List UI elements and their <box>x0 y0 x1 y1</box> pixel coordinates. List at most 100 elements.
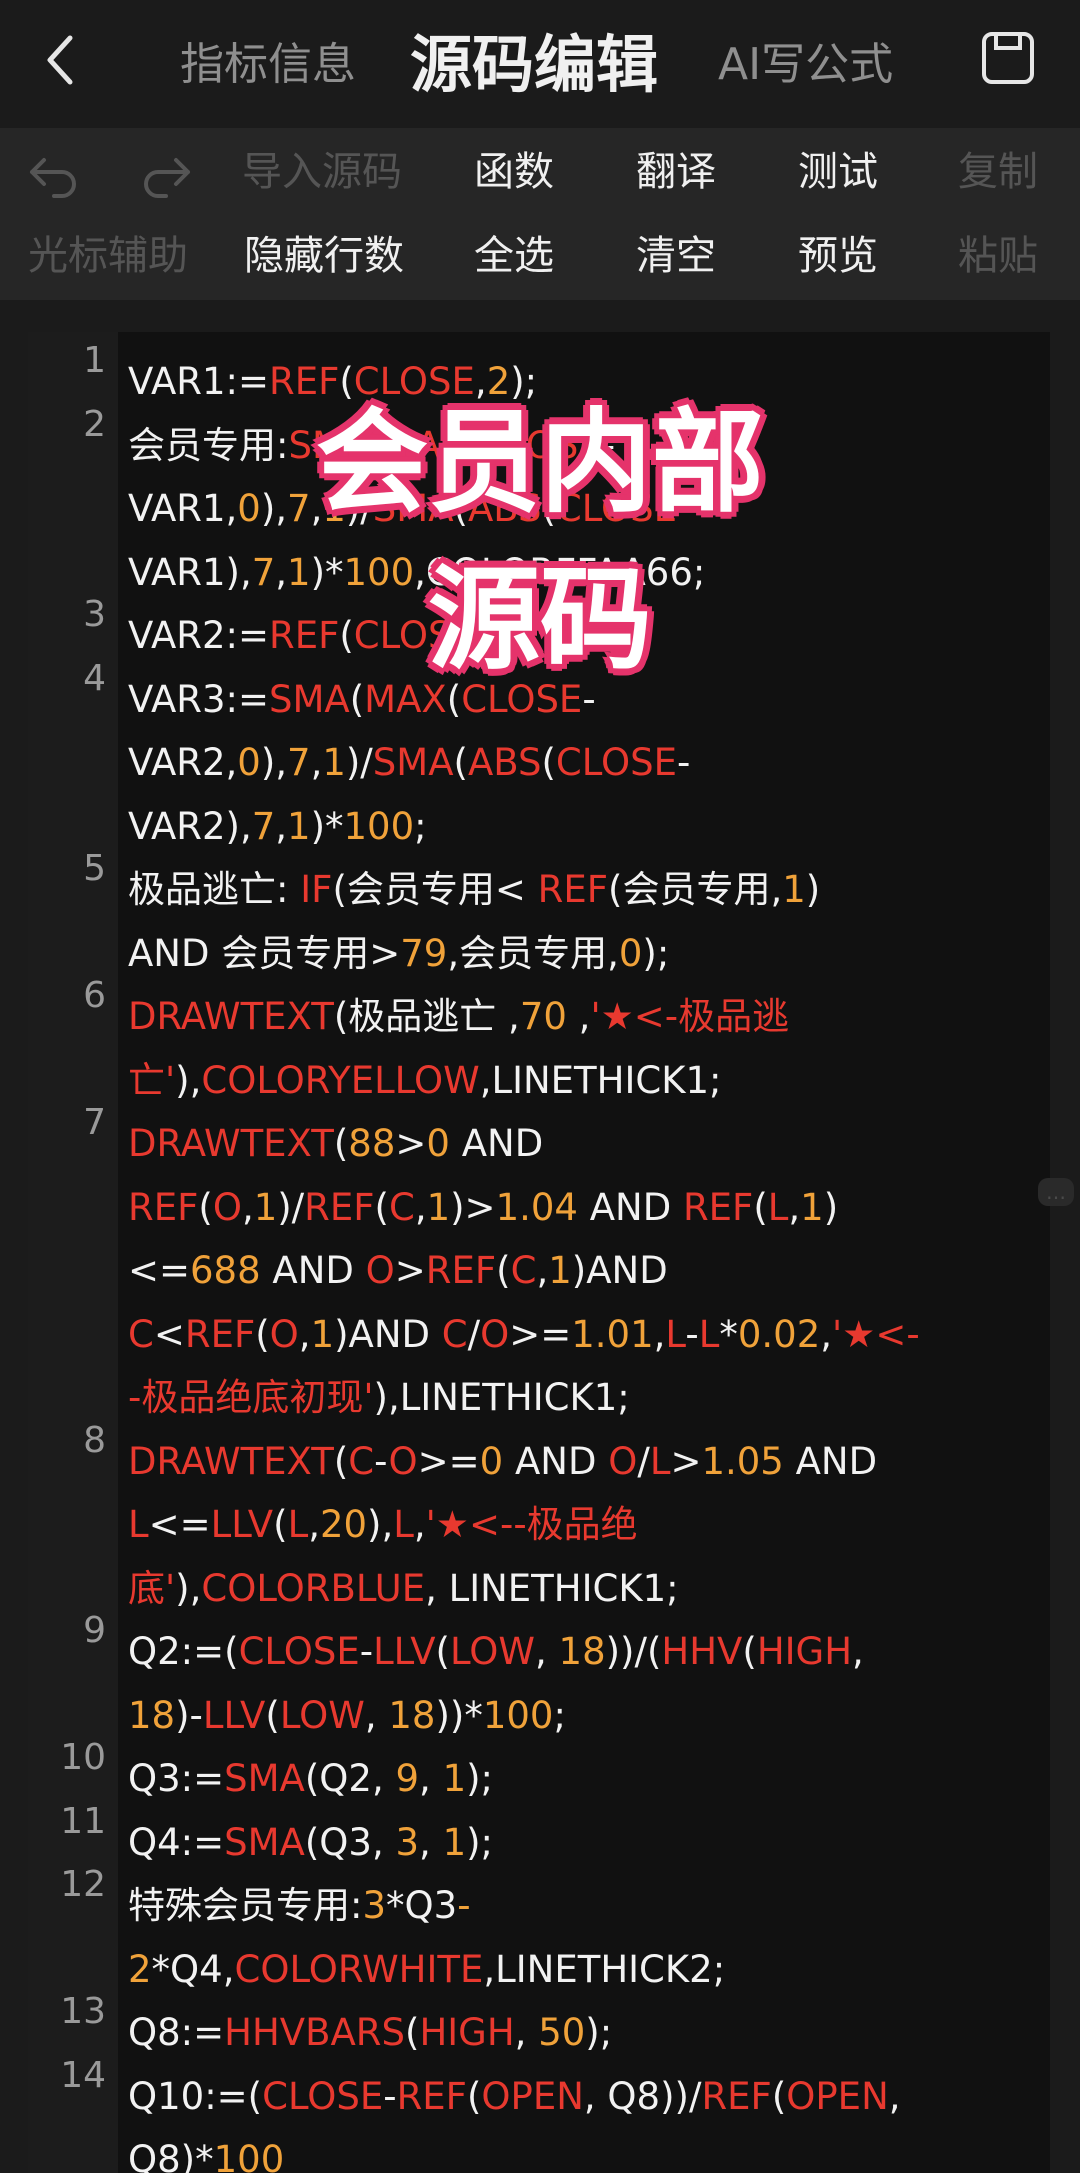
tab-indicator-info[interactable]: 指标信息 <box>180 30 356 100</box>
code-number: 7 <box>287 741 311 784</box>
code-text: , <box>474 360 487 403</box>
functions-button[interactable]: 函数 <box>434 132 594 212</box>
translate-button[interactable]: 翻译 <box>596 132 756 212</box>
code-number: 1.05 <box>701 1439 784 1483</box>
code-line[interactable]: Q4:=SMA(Q3, 3, 1); <box>128 1811 1038 1875</box>
code-number: 100 <box>343 804 415 848</box>
code-number: 20 <box>319 1503 368 1546</box>
undo-icon[interactable] <box>24 148 84 198</box>
code-number: 70 <box>519 995 567 1038</box>
code-text: ), <box>175 1566 202 1610</box>
code-text: , <box>414 1185 427 1229</box>
code-line[interactable]: REF(O,1)/REF(C,1)>1.04 AND REF(L,1) <box>128 1176 1038 1240</box>
code-keyword: HIGH <box>419 2011 515 2054</box>
code-text: ), <box>367 1503 394 1546</box>
code-line[interactable]: Q2:=(CLOSE-LLV(LOW, 18))/(HHV(HIGH, <box>128 1620 1038 1684</box>
code-text: ( <box>453 741 468 784</box>
code-text: ,会员专用, <box>447 931 619 975</box>
select-all-button[interactable]: 全选 <box>434 216 594 296</box>
code-line[interactable]: 亡'),COLORYELLOW,LINETHICK1; <box>128 1049 1038 1113</box>
code-text: , <box>820 1312 833 1356</box>
code-string: 亡' <box>128 1058 176 1102</box>
code-text: ; <box>553 1693 566 1737</box>
cursor-assist-button[interactable]: 光标辅助 <box>28 216 188 296</box>
code-text: ( <box>541 741 556 784</box>
code-line[interactable]: DRAWTEXT(C-O>=0 AND O/L>1.05 AND <box>128 1430 1038 1494</box>
code-line[interactable]: 特殊会员专用:3*Q3- <box>128 1874 1038 1938</box>
code-text: Q8:= <box>128 2011 225 2054</box>
code-text: 特殊会员专用: <box>128 1884 363 1927</box>
code-line[interactable]: 底'),COLORBLUE, LINETHICK1; <box>128 1557 1038 1621</box>
top-bar: 指标信息 源码编辑 AI写公式 <box>0 0 1080 128</box>
preview-button[interactable]: 预览 <box>758 216 918 296</box>
code-text: ), <box>175 1058 202 1102</box>
code-string: 底' <box>128 1566 176 1610</box>
code-line[interactable]: C<REF(O,1)AND C/O>=1.01,L-L*0.02,'★<- <box>128 1303 1038 1367</box>
code-text: Q2:=( <box>128 1630 239 1673</box>
hide-line-numbers-button[interactable]: 隐藏行数 <box>244 216 404 296</box>
paste-button[interactable]: 粘贴 <box>918 216 1078 296</box>
code-text: ( <box>466 2074 482 2118</box>
code-keyword: REF <box>537 868 609 911</box>
code-keyword: REF <box>184 1312 256 1356</box>
code-line[interactable]: <=688 AND O>REF(C,1)AND <box>128 1239 1038 1303</box>
code-text: ( <box>742 1630 757 1673</box>
code-number: 3 <box>395 1820 420 1864</box>
code-line[interactable]: Q8:=HHVBARS(HIGH, 50); <box>128 2001 1038 2065</box>
code-text: , <box>514 2011 539 2054</box>
code-string: -极品绝底初现' <box>128 1376 374 1419</box>
code-line[interactable]: VAR2,0),7,1)/SMA(ABS(CLOSE- <box>128 731 1038 795</box>
line-number: 9 <box>83 1610 106 1651</box>
code-text: ( <box>255 1312 270 1356</box>
code-keyword: L <box>767 1185 789 1229</box>
code-keyword: L <box>393 1503 414 1546</box>
code-keyword: REF <box>304 1185 375 1229</box>
import-source-button[interactable]: 导入源码 <box>242 132 402 212</box>
clear-button[interactable]: 清空 <box>596 216 756 296</box>
code-text: , <box>310 741 323 784</box>
code-text: ( <box>333 1122 349 1165</box>
code-text: <= <box>128 1249 191 1292</box>
line-number: 1 <box>83 340 106 381</box>
code-line[interactable]: Q8)*100 <box>128 2128 1038 2173</box>
code-number: 50 <box>538 2011 586 2054</box>
save-icon[interactable] <box>980 30 1036 86</box>
code-line[interactable]: AND 会员专用>79,会员专用,0); <box>128 922 1038 986</box>
code-number: 1 <box>253 1185 278 1229</box>
code-text: ); <box>642 931 670 975</box>
code-text: Q4:= <box>128 1820 225 1864</box>
code-text: ( <box>339 360 354 403</box>
code-keyword: COLORYELLOW <box>201 1058 480 1102</box>
code-string: '★<--极品绝 <box>425 1503 638 1546</box>
code-keyword: REF <box>268 360 340 403</box>
code-text: - <box>677 741 691 784</box>
code-text: ( <box>265 1693 280 1737</box>
code-text: AND <box>783 1439 878 1483</box>
code-number: 18 <box>388 1693 436 1737</box>
code-text: ( <box>771 2074 787 2118</box>
code-line[interactable]: DRAWTEXT(极品逃亡 ,70 ,'★<-极品逃 <box>128 985 1038 1049</box>
code-text: - <box>359 1630 374 1673</box>
tab-ai-formula[interactable]: AI写公式 <box>718 30 893 100</box>
line-number: 7 <box>83 1102 106 1143</box>
back-icon[interactable] <box>40 30 80 90</box>
code-line[interactable]: VAR2),7,1)*100; <box>128 795 1038 859</box>
test-button[interactable]: 测试 <box>758 132 918 212</box>
copy-button[interactable]: 复制 <box>918 132 1078 212</box>
code-line[interactable]: L<=LLV(L,20),L,'★<--极品绝 <box>128 1493 1038 1557</box>
code-line[interactable]: 极品逃亡: IF(会员专用< REF(会员专用,1) <box>128 858 1038 922</box>
tab-source-edit[interactable]: 源码编辑 <box>410 30 658 100</box>
redo-icon[interactable] <box>136 148 196 198</box>
code-line[interactable]: -极品绝底初现'),LINETHICK1; <box>128 1366 1038 1430</box>
code-keyword: L <box>665 1312 686 1356</box>
code-text: > <box>395 1122 427 1165</box>
code-text: )/ <box>345 741 373 784</box>
code-line[interactable]: 18)-LLV(LOW, 18))*100; <box>128 1684 1038 1748</box>
code-line[interactable]: Q3:=SMA(Q2, 9, 1); <box>128 1747 1038 1811</box>
code-text: )/ <box>277 1185 305 1229</box>
code-line[interactable]: 2*Q4,COLORWHITE,LINETHICK2; <box>128 1938 1038 2002</box>
line-number: 12 <box>60 1864 106 1905</box>
code-keyword: REF <box>128 1185 199 1229</box>
code-line[interactable]: DRAWTEXT(88>0 AND <box>128 1112 1038 1176</box>
code-line[interactable]: Q10:=(CLOSE-REF(OPEN, Q8))/REF(OPEN, <box>128 2065 1038 2129</box>
